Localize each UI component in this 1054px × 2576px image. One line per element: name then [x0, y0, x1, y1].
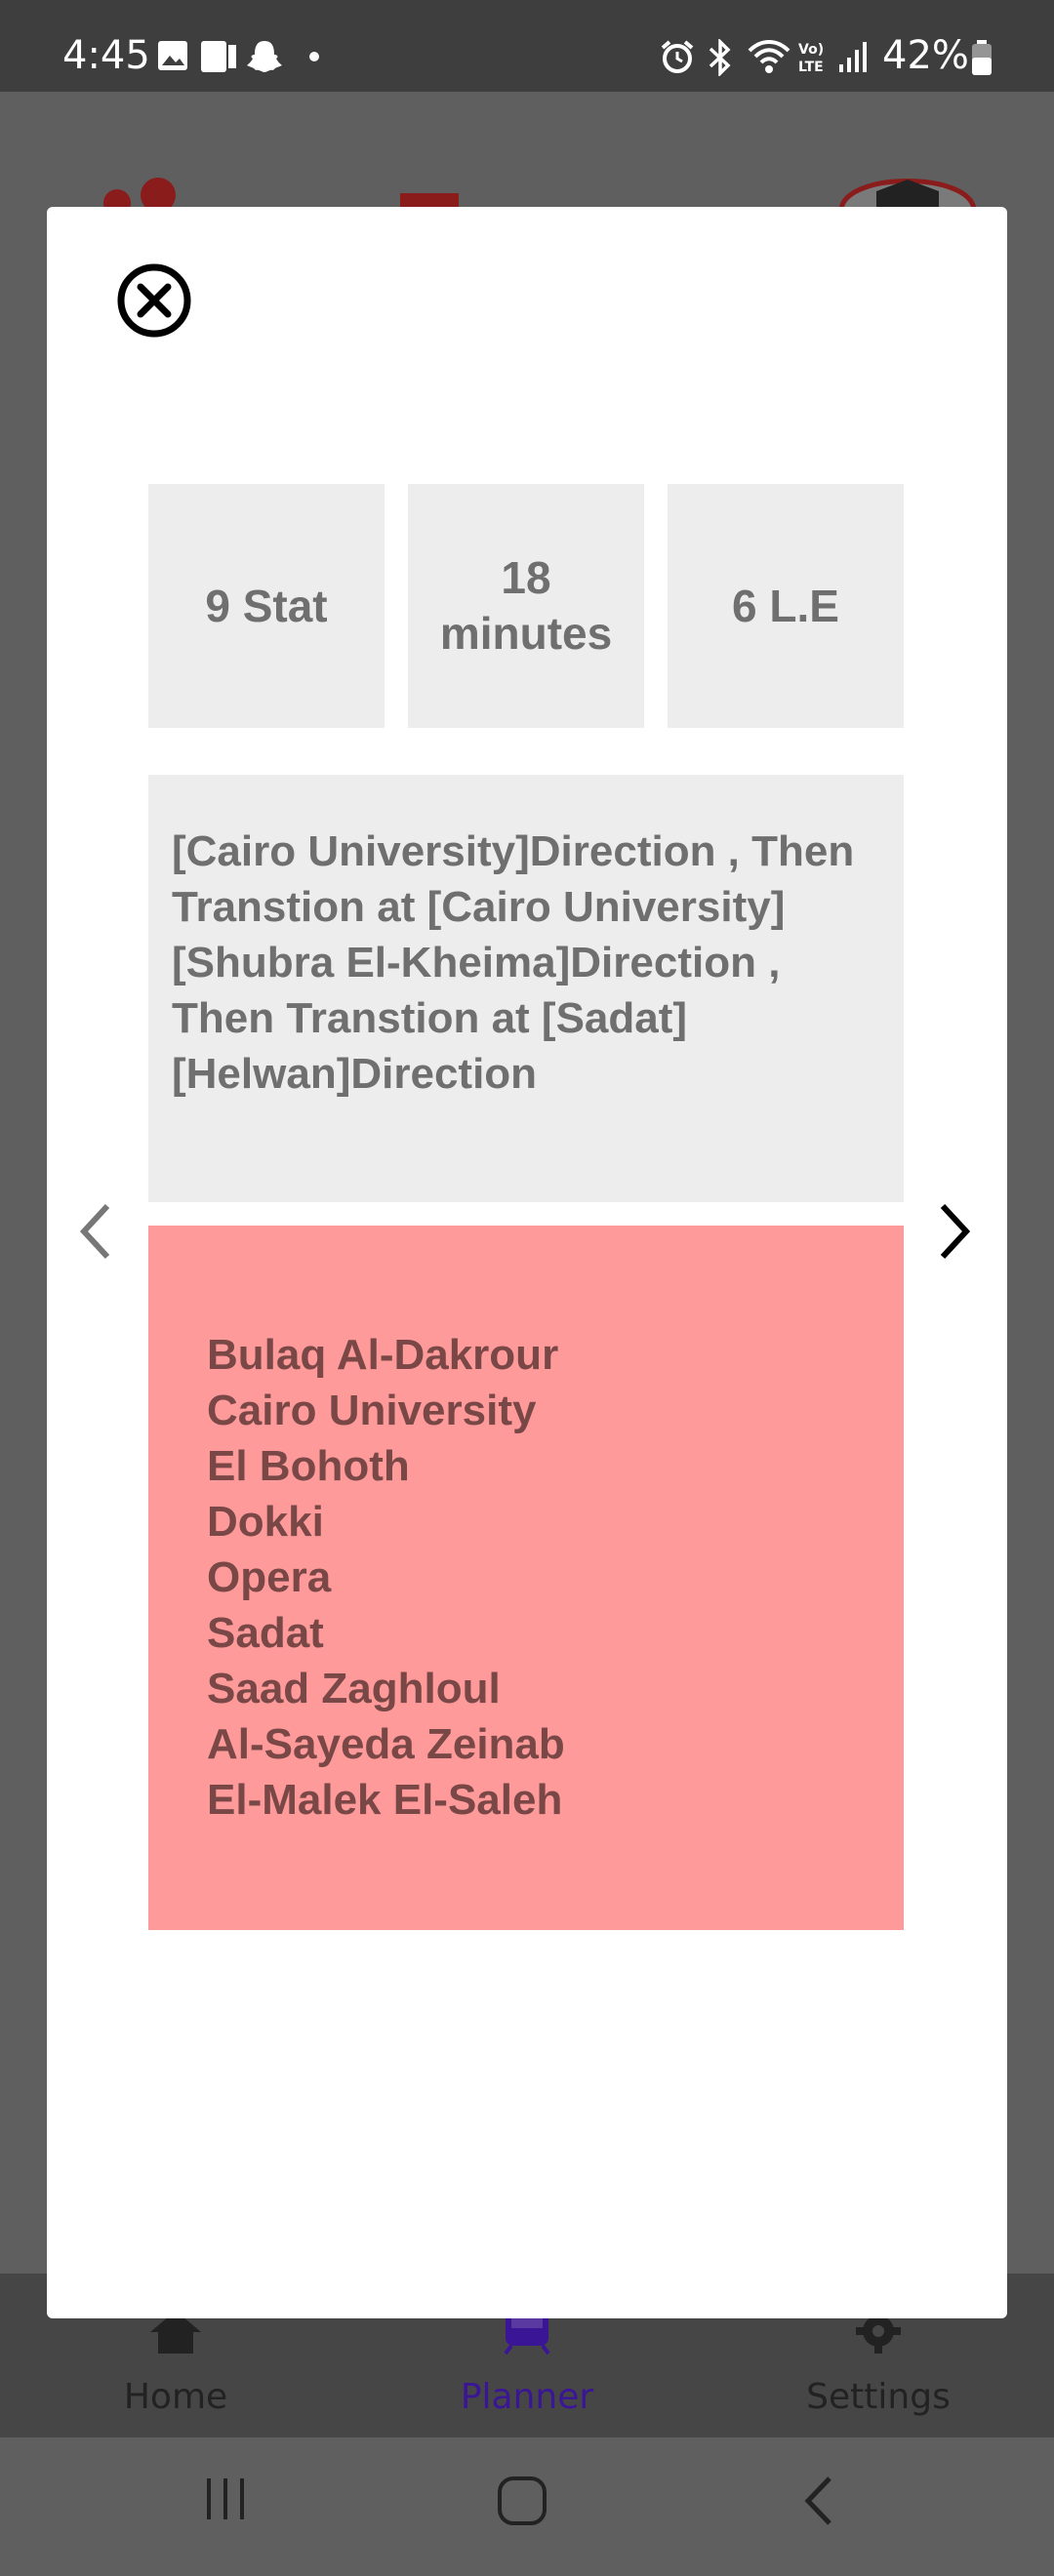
previous-route-icon[interactable] — [76, 1202, 115, 1261]
signal-icon — [839, 42, 867, 72]
list-item: Al-Sayeda Zeinab — [207, 1720, 565, 1768]
directions-line: Transtion at [Cairo University] — [172, 883, 786, 931]
list-item: Cairo University — [207, 1387, 537, 1434]
directions-box: [Cairo University]Direction , Then Trans… — [148, 775, 904, 1202]
nav-label-home: Home — [123, 2377, 228, 2417]
next-route-icon[interactable] — [935, 1202, 974, 1261]
app-header — [0, 92, 1054, 209]
ticket-price-box: 6 L.E — [668, 484, 904, 728]
list-item: El Bohoth — [207, 1442, 410, 1490]
close-icon[interactable] — [115, 262, 193, 340]
volte-icon: Vo) LTE — [798, 42, 824, 74]
wifi-icon — [748, 40, 790, 73]
snapchat-icon — [247, 41, 282, 72]
directions-line: [Shubra El-Kheima]Direction , — [172, 939, 781, 986]
list-item: Opera — [207, 1553, 332, 1601]
travel-time-box: 18 minutes — [408, 484, 644, 728]
directions-line: [Helwan]Direction — [172, 1050, 538, 1098]
app-logo-icon — [103, 178, 176, 209]
directions-line: Then Transtion at [Sadat] — [172, 994, 688, 1042]
battery-icon — [972, 40, 992, 75]
station-count-box: 9 Stat — [148, 484, 385, 728]
recent-apps-icon[interactable] — [201, 2475, 250, 2523]
home-button-icon[interactable] — [496, 2475, 548, 2527]
list-item: Bulaq Al-Dakrour — [207, 1331, 559, 1379]
travel-time-unit: minutes — [439, 608, 613, 659]
back-button-icon[interactable] — [798, 2475, 837, 2527]
nav-label-planner: Planner — [460, 2377, 594, 2417]
battery-percentage: 42% — [882, 33, 969, 78]
image-icon — [158, 41, 187, 70]
alarm-icon — [661, 40, 694, 73]
list-item: Saad Zaghloul — [207, 1665, 501, 1712]
travel-time-value: 18 — [501, 552, 551, 603]
stations-list: Bulaq Al-Dakrour Cairo University El Boh… — [148, 1226, 904, 1930]
list-item: El-Malek El-Saleh — [207, 1776, 563, 1824]
bluetooth-icon — [709, 39, 731, 76]
route-details-modal: 9 Stat 18 minutes 6 L.E [Cairo Universit… — [47, 207, 1007, 2318]
status-time: 4:45 — [62, 33, 150, 78]
svg-text:Vo): Vo) — [798, 42, 824, 58]
ticket-price: 6 L.E — [732, 580, 839, 631]
nav-label-settings: Settings — [806, 2377, 951, 2417]
directions-line: [Cairo University]Direction , Then — [172, 827, 855, 875]
list-item: Sadat — [207, 1609, 324, 1657]
sim-card-icon — [201, 41, 236, 72]
metro-badge-icon — [838, 179, 977, 209]
status-bar: 4:45 Vo) LTE 42% — [0, 0, 1054, 92]
dot-icon — [309, 52, 319, 61]
list-item: Dokki — [207, 1498, 324, 1546]
station-count: 9 Stat — [205, 580, 328, 631]
system-navigation-bar — [0, 2437, 1054, 2576]
svg-text:LTE: LTE — [798, 60, 824, 74]
